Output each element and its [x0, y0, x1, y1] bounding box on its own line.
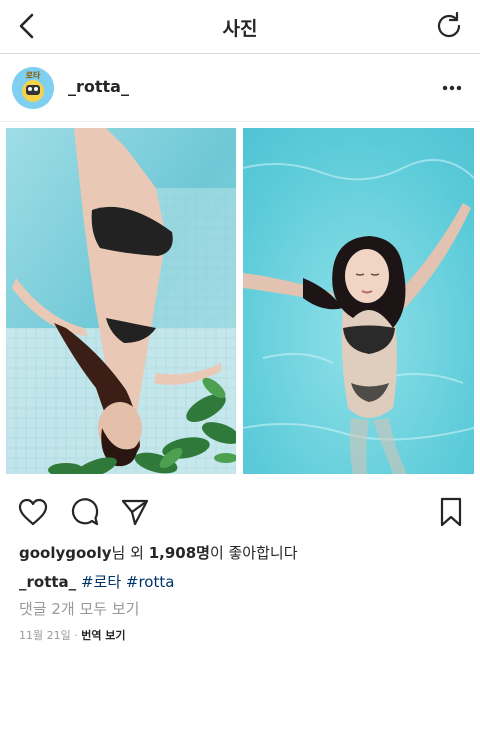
likes-mid: 님 외	[111, 544, 149, 562]
caption-username[interactable]: _rotta_	[19, 573, 76, 591]
post-meta: 11월 21일 · 번역 보기	[19, 627, 126, 643]
comment-button[interactable]	[69, 496, 101, 528]
avatar-image: 로타	[12, 67, 54, 109]
share-button[interactable]	[119, 496, 151, 528]
svg-text:로타: 로타	[26, 70, 41, 80]
likes-summary[interactable]: goolygooly님 외 1,908명이 좋아합니다	[19, 542, 298, 563]
translate-link[interactable]: 번역 보기	[81, 629, 125, 642]
post-header: 로타 _rotta_	[0, 54, 480, 122]
post-username[interactable]: _rotta_	[68, 77, 129, 96]
view-comments-link[interactable]: 댓글 2개 모두 보기	[19, 598, 139, 619]
photo-left	[6, 128, 236, 474]
action-bar	[0, 490, 480, 534]
post-media[interactable]	[0, 122, 480, 482]
avatar[interactable]: 로타	[12, 67, 54, 109]
hashtag-link[interactable]: #rotta	[126, 573, 175, 591]
more-icon	[442, 85, 462, 91]
refresh-icon	[437, 11, 461, 38]
post-date: 11월 21일	[19, 629, 71, 642]
save-button[interactable]	[435, 496, 467, 528]
nav-bar: 사진	[0, 0, 480, 54]
hashtag-link[interactable]: #로타	[81, 573, 121, 591]
refresh-button[interactable]	[434, 10, 464, 40]
like-button[interactable]	[17, 496, 49, 528]
liker-username[interactable]: goolygooly	[19, 544, 112, 562]
more-options-button[interactable]	[440, 76, 464, 100]
likes-suffix: 이 좋아합니다	[209, 544, 298, 562]
heart-icon	[18, 498, 48, 526]
send-icon	[121, 499, 149, 526]
likes-count[interactable]: 1,908명	[149, 544, 210, 562]
caption: _rotta_ #로타 #rotta	[19, 571, 174, 592]
photo-right	[243, 128, 474, 474]
page-title: 사진	[222, 18, 258, 40]
meta-separator: ·	[70, 629, 82, 642]
bookmark-icon	[440, 497, 462, 527]
comment-icon	[71, 498, 99, 526]
